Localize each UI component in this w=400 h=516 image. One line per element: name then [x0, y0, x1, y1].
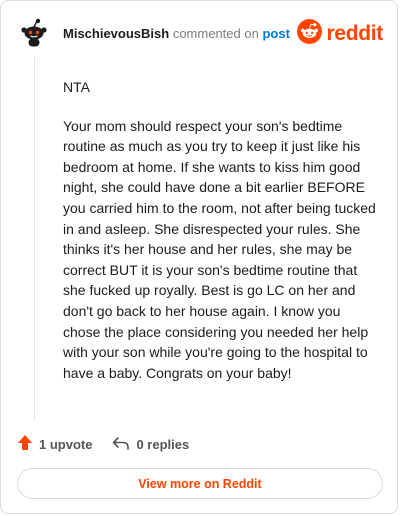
view-more-button[interactable]: View more on Reddit [17, 468, 383, 499]
thread-line [34, 57, 35, 421]
comment-header: MischievousBish commented on post reddit [1, 1, 397, 63]
comment-meta: MischievousBish commented on post [63, 26, 290, 42]
upvote-count: 1 upvote [39, 436, 93, 452]
comment-actions: 1 upvote 0 replies [17, 433, 189, 455]
comment-paragraph: Your mom should respect your son's bedti… [63, 117, 376, 381]
comment-paragraph: NTA [63, 79, 90, 95]
upvote-arrow-icon [17, 434, 33, 454]
snoo-avatar-icon[interactable] [21, 18, 47, 48]
embedded-comment-card: MischievousBish commented on post reddit… [0, 0, 398, 514]
comment-body: NTA Your mom should respect your son's b… [63, 77, 377, 401]
username-link[interactable]: MischievousBish [63, 26, 169, 41]
reddit-wordmark: reddit [326, 22, 383, 45]
post-link[interactable]: post [262, 26, 289, 41]
action-text: commented on [172, 26, 259, 41]
replies-button[interactable]: 0 replies [112, 435, 189, 454]
reply-arrow-icon [112, 435, 130, 454]
reddit-logo[interactable]: reddit [297, 19, 383, 49]
replies-count: 0 replies [136, 436, 190, 452]
reddit-logo-icon [297, 19, 323, 49]
upvote-button[interactable]: 1 upvote [17, 434, 92, 454]
